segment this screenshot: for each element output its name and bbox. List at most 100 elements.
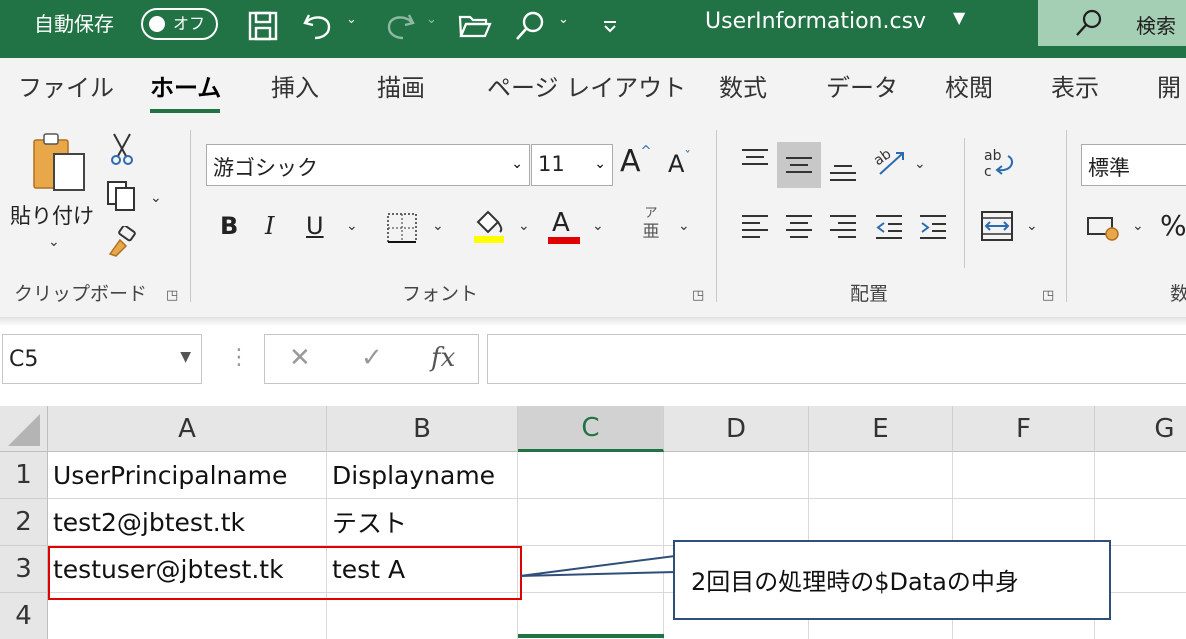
- cell-c3[interactable]: [518, 546, 664, 593]
- merge-center-icon[interactable]: [980, 210, 1014, 246]
- bottom-align-icon[interactable]: [828, 156, 858, 190]
- open-folder-icon[interactable]: [455, 8, 495, 44]
- tab-formulas[interactable]: 数式: [719, 72, 767, 104]
- row-header-4[interactable]: 4: [0, 593, 48, 639]
- paste-label[interactable]: 貼り付け: [10, 200, 94, 230]
- format-painter-icon[interactable]: [106, 224, 138, 262]
- bold-button[interactable]: B: [220, 210, 238, 242]
- cut-icon[interactable]: [108, 132, 136, 170]
- copy-icon[interactable]: [106, 180, 138, 216]
- insert-function-button[interactable]: fx: [431, 343, 455, 373]
- tab-page-layout[interactable]: ページ レイアウト: [487, 72, 686, 104]
- cell-b1[interactable]: Displayname: [327, 452, 518, 499]
- formula-input[interactable]: [487, 334, 1186, 384]
- percent-style-button[interactable]: %: [1160, 210, 1186, 242]
- row-header-1[interactable]: 1: [0, 452, 48, 499]
- cell-a2[interactable]: test2@jbtest.tk: [48, 499, 327, 546]
- cell-d2[interactable]: [664, 499, 809, 546]
- tab-view[interactable]: 表示: [1051, 72, 1099, 104]
- formula-bar-splitter[interactable]: ⋮: [228, 345, 250, 370]
- orientation-dropdown-icon[interactable]: ⌄: [914, 156, 926, 172]
- row-header-2[interactable]: 2: [0, 499, 48, 546]
- accounting-dropdown-icon[interactable]: ⌄: [1132, 218, 1144, 234]
- orientation-icon[interactable]: ab: [871, 144, 908, 184]
- cell-b2[interactable]: テスト: [327, 499, 518, 546]
- column-header-b[interactable]: B: [327, 406, 518, 452]
- redo-dropdown-icon[interactable]: ⌄: [426, 12, 437, 27]
- wrap-text-icon[interactable]: ab c: [982, 146, 1016, 184]
- undo-icon[interactable]: [298, 8, 338, 44]
- align-right-icon[interactable]: [828, 212, 858, 246]
- cell-d1[interactable]: [664, 452, 809, 499]
- middle-align-icon[interactable]: [784, 152, 814, 186]
- copy-dropdown-icon[interactable]: ⌄: [150, 190, 162, 206]
- enter-formula-button[interactable]: ✓: [361, 343, 383, 373]
- column-header-e[interactable]: E: [809, 406, 953, 452]
- customize-quick-access-icon[interactable]: [590, 8, 630, 44]
- search-box[interactable]: 検索: [1038, 0, 1186, 46]
- fill-color-icon[interactable]: [472, 208, 506, 248]
- cell-g1[interactable]: [1095, 452, 1186, 499]
- increase-font-size-button[interactable]: A^: [620, 144, 651, 179]
- borders-icon[interactable]: [386, 212, 418, 248]
- merge-dropdown-icon[interactable]: ⌄: [1026, 218, 1038, 234]
- tab-data[interactable]: データ: [826, 72, 898, 104]
- tab-home[interactable]: ホーム: [150, 72, 221, 104]
- tab-draw[interactable]: 描画: [377, 72, 425, 104]
- alignment-launcher-icon[interactable]: ◳: [1042, 288, 1054, 303]
- number-format-select[interactable]: 標準: [1081, 144, 1186, 186]
- italic-button[interactable]: I: [265, 210, 274, 242]
- accounting-format-icon[interactable]: [1086, 214, 1122, 248]
- cell-f2[interactable]: [953, 499, 1095, 546]
- save-icon[interactable]: [243, 8, 283, 44]
- align-center-icon[interactable]: [784, 212, 814, 246]
- tab-insert[interactable]: 挿入: [271, 72, 319, 104]
- name-box-dropdown-icon[interactable]: ▼: [180, 349, 191, 365]
- font-size-select[interactable]: 11 ⌄: [531, 144, 613, 186]
- row-header-3[interactable]: 3: [0, 546, 48, 593]
- font-color-dropdown-icon[interactable]: ⌄: [592, 218, 604, 234]
- cell-e2[interactable]: [809, 499, 953, 546]
- search-dropdown-icon[interactable]: ⌄: [558, 12, 569, 27]
- cell-g2[interactable]: [1095, 499, 1186, 546]
- autosave-toggle[interactable]: オフ: [141, 8, 218, 40]
- cell-c4[interactable]: [518, 593, 664, 639]
- font-name-select[interactable]: 游ゴシック ⌄: [206, 144, 530, 186]
- font-launcher-icon[interactable]: ◳: [692, 288, 704, 303]
- column-header-f[interactable]: F: [953, 406, 1095, 452]
- tab-review[interactable]: 校閲: [945, 72, 993, 104]
- underline-dropdown-icon[interactable]: ⌄: [346, 218, 358, 234]
- column-header-a[interactable]: A: [48, 406, 327, 452]
- paste-dropdown-icon[interactable]: ⌄: [48, 234, 60, 250]
- name-box[interactable]: C5 ▼: [2, 334, 202, 384]
- phonetic-dropdown-icon[interactable]: ⌄: [678, 218, 690, 234]
- select-all-button[interactable]: [0, 406, 48, 452]
- column-header-c[interactable]: C: [518, 406, 664, 452]
- cell-e1[interactable]: [809, 452, 953, 499]
- top-align-icon[interactable]: [740, 146, 770, 180]
- cell-c1[interactable]: [518, 452, 664, 499]
- column-header-d[interactable]: D: [664, 406, 809, 452]
- select-all-icon: [8, 414, 40, 446]
- increase-indent-icon[interactable]: [918, 212, 948, 246]
- align-left-icon[interactable]: [740, 212, 770, 246]
- column-header-g[interactable]: G: [1095, 406, 1186, 452]
- underline-button[interactable]: U: [306, 210, 324, 242]
- decrease-indent-icon[interactable]: [874, 212, 904, 246]
- decrease-font-size-button[interactable]: Aˇ: [668, 150, 691, 178]
- clipboard-launcher-icon[interactable]: ◳: [166, 288, 178, 303]
- paste-icon[interactable]: [30, 132, 88, 198]
- tab-file[interactable]: ファイル: [18, 72, 114, 104]
- title-dropdown-icon[interactable]: ▼: [953, 8, 965, 27]
- cancel-formula-button[interactable]: ✕: [289, 343, 311, 373]
- redo-icon[interactable]: [380, 8, 420, 44]
- cell-c2[interactable]: [518, 499, 664, 546]
- undo-dropdown-icon[interactable]: ⌄: [346, 12, 357, 27]
- borders-dropdown-icon[interactable]: ⌄: [432, 218, 444, 234]
- phonetic-guide-button[interactable]: ア 亜: [636, 206, 666, 246]
- cell-a1[interactable]: UserPrincipalname: [48, 452, 327, 499]
- tab-developer[interactable]: 開: [1157, 72, 1181, 104]
- fill-color-dropdown-icon[interactable]: ⌄: [518, 218, 530, 234]
- cell-f1[interactable]: [953, 452, 1095, 499]
- search-icon[interactable]: [510, 8, 550, 44]
